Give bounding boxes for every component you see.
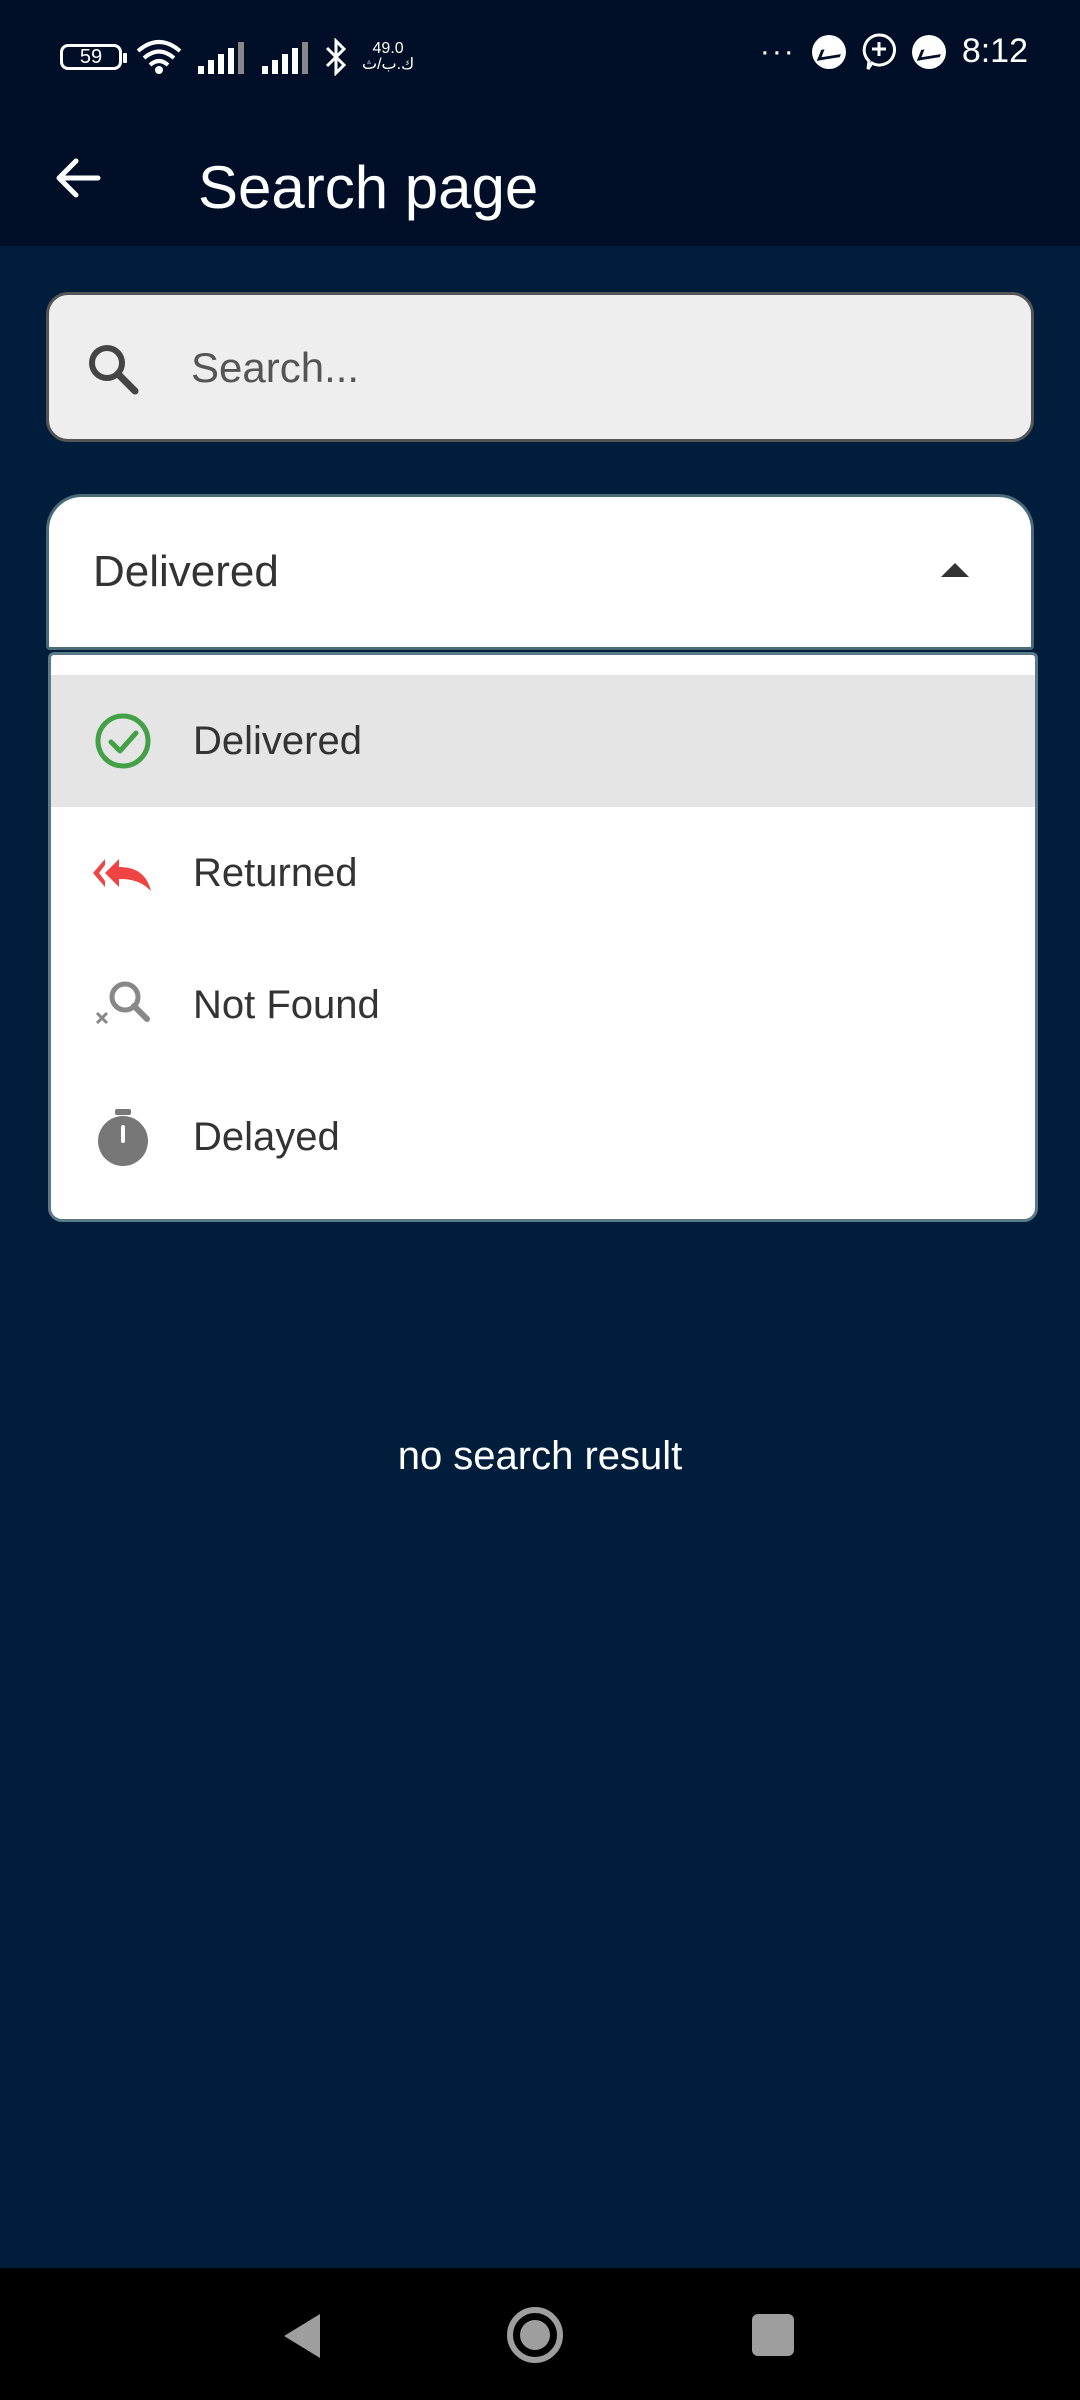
status-time: 8:12	[961, 32, 1028, 70]
messenger-icon-2	[911, 34, 946, 69]
page-title: Search page	[198, 154, 539, 221]
nav-home-icon[interactable]	[506, 2306, 564, 2364]
bluetooth-icon	[325, 38, 347, 76]
menu-item-returned[interactable]: Returned	[51, 807, 1035, 939]
battery-icon: 59	[60, 44, 127, 70]
signal-icon-2	[262, 42, 308, 74]
status-right: ··· 8:12	[760, 32, 1028, 71]
menu-item-label: Not Found	[193, 983, 380, 1027]
dropdown-selected-value: Delivered	[93, 547, 279, 596]
menu-item-label: Delivered	[193, 719, 362, 763]
status-left: 59 49.0 ك.ب/ث	[60, 38, 414, 76]
net-speed-value: 49.0	[372, 40, 404, 57]
menu-item-label: Returned	[193, 851, 358, 895]
wifi-icon	[136, 40, 182, 74]
app-bar: Search page	[0, 120, 1080, 246]
status-bar: 59 49.0 ك.ب/ث ··· 8:12	[0, 0, 1080, 120]
menu-item-label: Delayed	[193, 1115, 340, 1159]
battery-level: 59	[79, 45, 103, 68]
timer-icon	[98, 1109, 148, 1166]
dropdown-menu: Delivered Returned Not Found Delayed	[48, 652, 1038, 1222]
messenger-icon	[811, 34, 846, 69]
search-icon	[89, 345, 139, 395]
system-nav-bar	[0, 2268, 1080, 2400]
search-off-icon	[95, 981, 150, 1025]
caret-up-icon[interactable]	[941, 563, 969, 577]
empty-results-message: no search result	[397, 1434, 683, 1478]
content-area: Delivered Delivered Returned Not Found	[0, 246, 1080, 2268]
nav-back-icon[interactable]	[280, 2312, 324, 2360]
menu-item-delivered[interactable]: Delivered	[51, 675, 1035, 807]
signal-icon	[198, 42, 244, 74]
search-box[interactable]	[46, 292, 1034, 442]
chat-add-icon	[862, 32, 896, 70]
menu-item-not-found[interactable]: Not Found	[51, 939, 1035, 1071]
more-notifications-icon: ···	[759, 34, 796, 68]
status-dropdown[interactable]: Delivered	[46, 494, 1034, 650]
nav-recents-icon[interactable]	[752, 2314, 794, 2356]
check-circle-icon	[95, 713, 151, 769]
search-input[interactable]	[189, 295, 993, 441]
menu-item-delayed[interactable]: Delayed	[51, 1071, 1035, 1203]
net-speed-unit: ك.ب/ث	[362, 56, 415, 73]
back-arrow-icon[interactable]	[50, 148, 110, 208]
reply-all-icon	[93, 859, 151, 891]
net-speed: 49.0 ك.ب/ث	[362, 41, 414, 73]
